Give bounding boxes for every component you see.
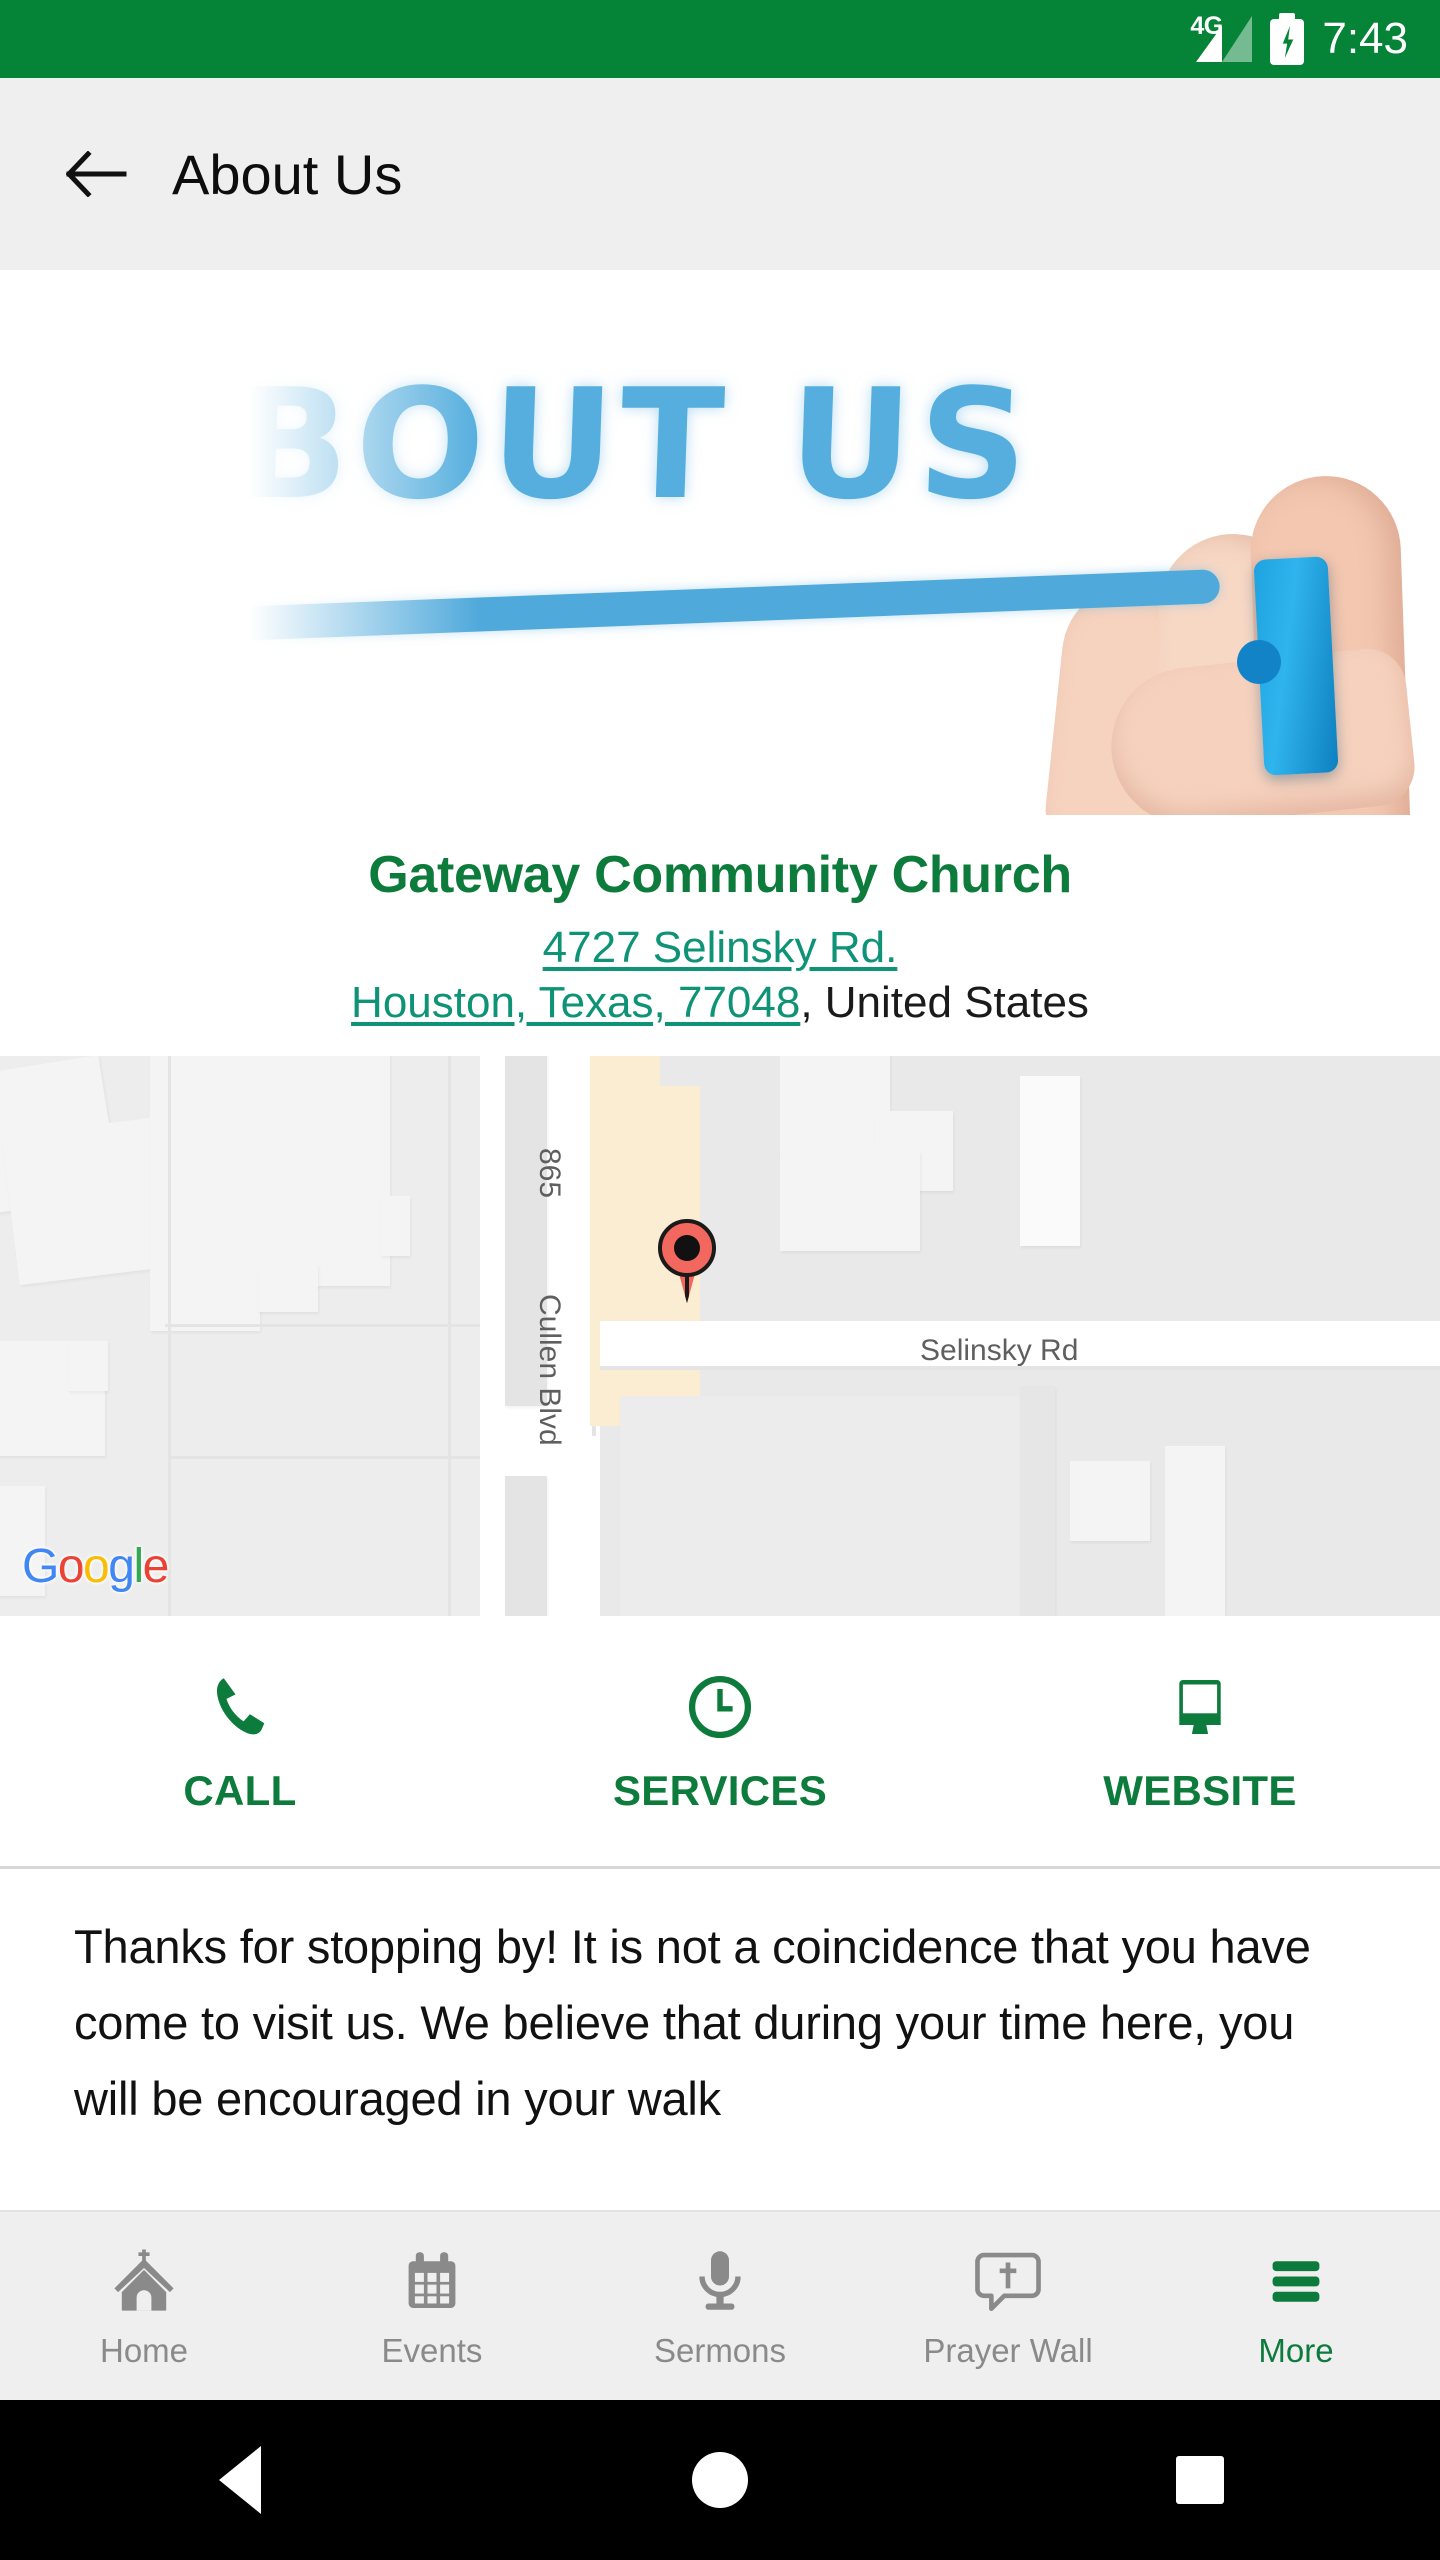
clock-label: 7:43 [1322, 14, 1408, 63]
system-recents-button[interactable] [960, 2456, 1440, 2504]
page-title: About Us [172, 142, 403, 206]
map-location-marker[interactable] [658, 1219, 716, 1304]
services-button[interactable]: SERVICES [480, 1667, 960, 1815]
status-bar: 4G 7:43 [0, 0, 1440, 78]
phone-icon [197, 1667, 283, 1747]
call-button-label: CALL [183, 1767, 297, 1815]
address-city-link[interactable]: Houston, Texas, 77048 [351, 978, 800, 1027]
back-arrow-icon [66, 151, 127, 197]
nav-label-more: More [1258, 2332, 1334, 2369]
address-country-label: , United States [800, 977, 1089, 1027]
map-label-865: 865 [533, 1148, 566, 1199]
services-button-label: SERVICES [612, 1767, 828, 1815]
system-home-button[interactable] [480, 2452, 960, 2508]
nav-label-sermons: Sermons [653, 2332, 787, 2369]
website-button[interactable]: WEBSITE [960, 1667, 1440, 1815]
system-navigation-bar [0, 2400, 1440, 2560]
nav-item-home[interactable]: Home [0, 2242, 288, 2370]
app-screen: 4G 7:43 About Us ABOUT US Gateway Commun… [0, 0, 1440, 2560]
signal-bars-dim [1222, 16, 1253, 62]
back-button[interactable] [36, 151, 158, 197]
organization-name: Gateway Community Church [368, 846, 1072, 904]
hero-banner-image: ABOUT US [0, 270, 1440, 815]
app-bar: About Us [0, 78, 1440, 270]
hero-headline: ABOUT US [106, 356, 1037, 533]
nav-item-more[interactable]: More [1152, 2242, 1440, 2370]
monitor-icon [1157, 1667, 1243, 1747]
map-label-cullen-blvd: Cullen Blvd [533, 1294, 566, 1446]
address-block: 4727 Selinsky Rd. Houston, Texas, 77048,… [0, 921, 1440, 1030]
map-tile-left: Google [0, 1056, 638, 1617]
nav-label-home: Home [99, 2332, 189, 2369]
quick-actions-row: CALL SERVICES WEBSITE [0, 1616, 1440, 1867]
google-logo: Google [22, 1540, 169, 1594]
nav-label-events: Events [381, 2332, 483, 2369]
signal-bars-lit [1196, 26, 1223, 62]
call-button[interactable]: CALL [0, 1667, 480, 1815]
nav-label-prayer-wall: Prayer Wall [923, 2332, 1093, 2369]
map-label-selinsky-rd: Selinsky Rd [920, 1334, 1079, 1368]
address-street-link[interactable]: 4727 Selinsky Rd. [543, 923, 898, 972]
nav-item-sermons[interactable]: Sermons [576, 2242, 864, 2370]
location-map[interactable]: Google Selinsky Rd 865 Cullen Blvd [0, 1056, 1440, 1617]
prayer-bubble-icon [968, 2242, 1048, 2320]
system-back-icon [219, 2446, 261, 2514]
calendar-icon [392, 2242, 472, 2320]
map-tile-right: Selinsky Rd [505, 1056, 1440, 1617]
system-back-button[interactable] [0, 2446, 480, 2514]
microphone-icon [680, 2242, 760, 2320]
hamburger-menu-icon [1256, 2242, 1336, 2320]
bottom-navigation-bar: Home Events Sermons Prayer Wall More [0, 2210, 1440, 2400]
scroll-content[interactable]: ABOUT US Gateway Community Church 4727 S… [0, 270, 1440, 2210]
church-icon [104, 2242, 184, 2320]
clock-icon [677, 1667, 763, 1747]
system-home-icon [692, 2452, 748, 2508]
about-paragraph: Thanks for stopping by! It is not a coin… [74, 1920, 1311, 2126]
nav-item-prayer-wall[interactable]: Prayer Wall [864, 2242, 1152, 2370]
battery-charging-icon [1270, 13, 1305, 65]
website-button-label: WEBSITE [1103, 1767, 1297, 1815]
nav-item-events[interactable]: Events [288, 2242, 576, 2370]
system-recents-icon [1176, 2456, 1224, 2504]
signal-strength-icon: 4G [1190, 14, 1253, 62]
